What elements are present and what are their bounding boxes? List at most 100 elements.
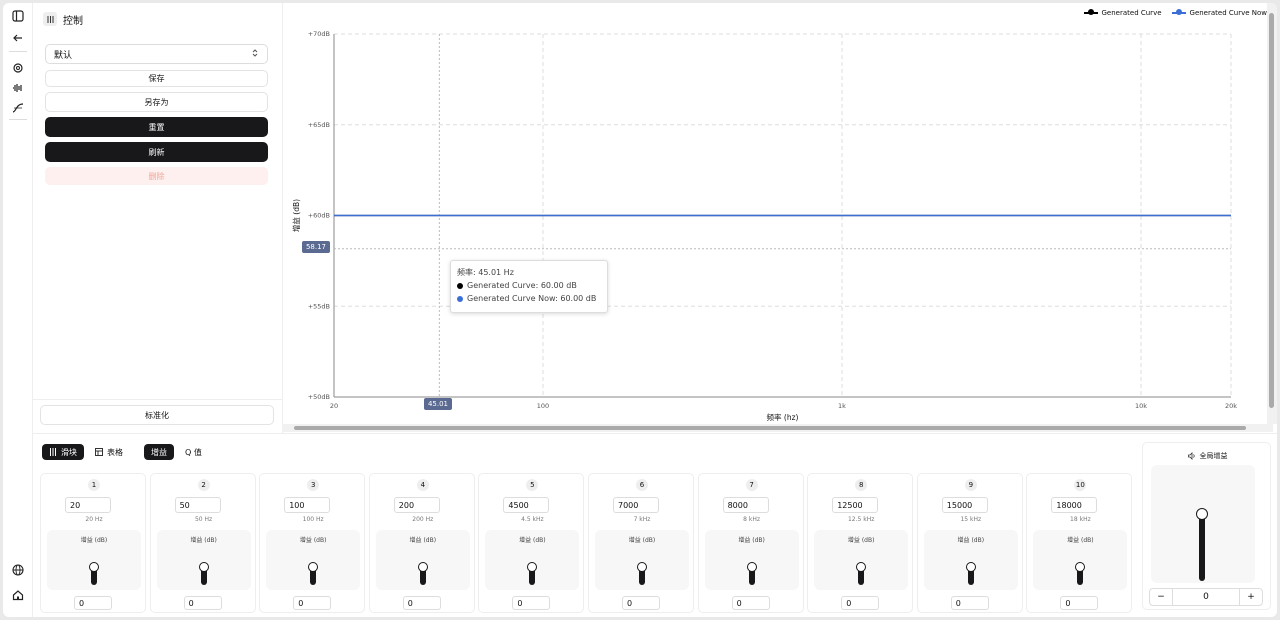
curve-tool-icon[interactable] — [10, 100, 26, 116]
band-frequency-input[interactable]: 7000 — [613, 497, 659, 513]
band-gain-input[interactable]: 0 — [622, 596, 660, 610]
tab-table[interactable]: 表格 — [88, 444, 130, 460]
global-gain-value[interactable]: 0 — [1172, 589, 1240, 605]
band-frequency-label: 100 Hz — [302, 516, 324, 523]
refresh-button[interactable]: 刷新 — [45, 142, 268, 162]
sidebar-toggle-icon[interactable] — [10, 8, 26, 24]
slider-handle[interactable] — [1196, 508, 1208, 521]
band-gain-slider[interactable] — [965, 549, 976, 585]
band-gain-input[interactable]: 0 — [293, 596, 332, 610]
icon-rail — [3, 3, 33, 617]
y-tick-label: +60dB — [308, 212, 330, 220]
slider-handle[interactable] — [417, 562, 428, 572]
slider-handle[interactable] — [637, 562, 647, 572]
band-card: 5 4500 4.5 kHz 增益 (dB) 0 — [478, 473, 585, 613]
band-frequency-input[interactable]: 8000 — [722, 497, 769, 513]
band-gain-slider[interactable] — [637, 549, 647, 585]
globe-icon[interactable] — [10, 562, 26, 578]
band-gain-slider[interactable] — [746, 549, 757, 585]
band-gain-slider-box: 增益 (dB) — [156, 530, 251, 590]
chart-tooltip: 频率: 45.01 Hz Generated Curve: 60.00 dB G… — [450, 260, 608, 313]
global-gain-stepper[interactable]: − 0 + — [1149, 588, 1263, 606]
band-index: 4 — [416, 479, 429, 491]
x-tick-label: 100 — [537, 402, 549, 410]
band-gain-slider[interactable] — [89, 549, 99, 585]
slider-handle[interactable] — [1075, 562, 1086, 572]
y-tick-label: +50dB — [308, 393, 330, 401]
band-gain-slider[interactable] — [1075, 549, 1086, 585]
slider-handle[interactable] — [527, 562, 538, 572]
save-button[interactable]: 保存 — [45, 70, 268, 87]
scrollbar-thumb[interactable] — [1269, 13, 1274, 408]
home-icon[interactable] — [10, 587, 26, 603]
sliders-icon — [50, 448, 56, 456]
settings-gear-icon[interactable] — [10, 60, 26, 76]
panel-header: 控制 — [43, 9, 83, 29]
band-card: 3 100 100 Hz 增益 (dB) 0 — [259, 473, 366, 613]
vertical-scrollbar[interactable] — [1267, 3, 1277, 424]
band-frequency-input[interactable]: 18000 — [1051, 497, 1098, 513]
chart-svg[interactable]: +50dB +55dB +60dB +65dB +70dB 20 100 1k 10k 20k 频率… — [282, 3, 1267, 424]
band-gain-input[interactable]: 0 — [1060, 596, 1099, 610]
band-frequency-input[interactable]: 50 — [174, 497, 221, 513]
band-gain-slider-box: 增益 (dB) — [375, 530, 470, 590]
tooltip-line: Generated Curve Now: 60.00 dB — [457, 292, 601, 305]
band-frequency-label: 7 kHz — [633, 516, 651, 523]
band-gain-input[interactable]: 0 — [841, 596, 880, 610]
normalize-button[interactable]: 标准化 — [40, 405, 274, 425]
legend-item[interactable]: Generated Curve Now — [1171, 9, 1267, 17]
increment-button[interactable]: + — [1240, 589, 1262, 605]
band-gain-input[interactable]: 0 — [512, 596, 551, 610]
band-frequency-input[interactable]: 100 — [284, 497, 331, 513]
tab-label: 滑块 — [61, 447, 77, 457]
preset-select[interactable]: 默认 — [45, 44, 268, 64]
band-gain-slider[interactable] — [856, 549, 867, 585]
band-gain-slider[interactable] — [417, 549, 428, 585]
band-frequency-input[interactable]: 15000 — [941, 497, 988, 513]
scrollbar-thumb[interactable] — [294, 426, 1246, 430]
panel-divider — [33, 399, 283, 400]
band-gain-slider[interactable] — [527, 549, 538, 585]
chart-legend: Generated Curve Generated Curve Now — [1083, 9, 1267, 17]
slider-handle[interactable] — [746, 562, 757, 572]
band-card: 9 15000 15 kHz 增益 (dB) 0 — [916, 473, 1023, 613]
legend-item[interactable]: Generated Curve — [1083, 9, 1162, 17]
audio-wave-icon[interactable] — [10, 80, 26, 96]
panel-title: 控制 — [63, 15, 83, 27]
band-gain-slider-box: 增益 (dB) — [266, 530, 361, 590]
band-card: 4 200 200 Hz 增益 (dB) 0 — [368, 473, 475, 613]
back-arrow-icon[interactable] — [10, 30, 26, 46]
slider-fill — [1199, 514, 1205, 581]
band-frequency-input[interactable]: 4500 — [503, 497, 550, 513]
band-frequency-input[interactable]: 12500 — [832, 497, 879, 513]
band-index: 2 — [197, 479, 210, 491]
band-frequency-label: 18 kHz — [1070, 516, 1091, 523]
band-gain-slider[interactable] — [198, 549, 209, 585]
slider-handle[interactable] — [965, 562, 976, 572]
band-gain-input[interactable]: 0 — [731, 596, 770, 610]
band-gain-input[interactable]: 0 — [74, 596, 112, 610]
band-gain-input[interactable]: 0 — [183, 596, 222, 610]
slider-handle[interactable] — [89, 562, 99, 572]
band-gain-input[interactable]: 0 — [950, 596, 989, 610]
slider-handle[interactable] — [308, 562, 319, 572]
band-gain-label: 增益 (dB) — [738, 537, 765, 544]
tab-q-value[interactable]: Q 值 — [178, 444, 209, 460]
eq-chart[interactable]: +50dB +55dB +60dB +65dB +70dB 20 100 1k 10k 20k 频率… — [282, 3, 1277, 433]
save-as-button[interactable]: 另存为 — [45, 92, 268, 112]
band-frequency-input[interactable]: 20 — [65, 497, 111, 513]
tab-gain[interactable]: 增益 — [144, 444, 174, 460]
delete-button[interactable]: 删除 — [45, 167, 268, 185]
chevron-updown-icon — [251, 48, 259, 61]
slider-handle[interactable] — [198, 562, 209, 572]
horizontal-scrollbar[interactable] — [282, 424, 1273, 432]
reset-button[interactable]: 重置 — [45, 117, 268, 137]
band-gain-input[interactable]: 0 — [402, 596, 441, 610]
band-frequency-input[interactable]: 200 — [393, 497, 440, 513]
decrement-button[interactable]: − — [1150, 589, 1172, 605]
slider-handle[interactable] — [856, 562, 867, 572]
band-gain-slider[interactable] — [308, 549, 319, 585]
global-gain-slider[interactable] — [1196, 473, 1208, 581]
band-index: 9 — [964, 479, 977, 491]
tab-sliders[interactable]: 滑块 — [42, 444, 84, 460]
